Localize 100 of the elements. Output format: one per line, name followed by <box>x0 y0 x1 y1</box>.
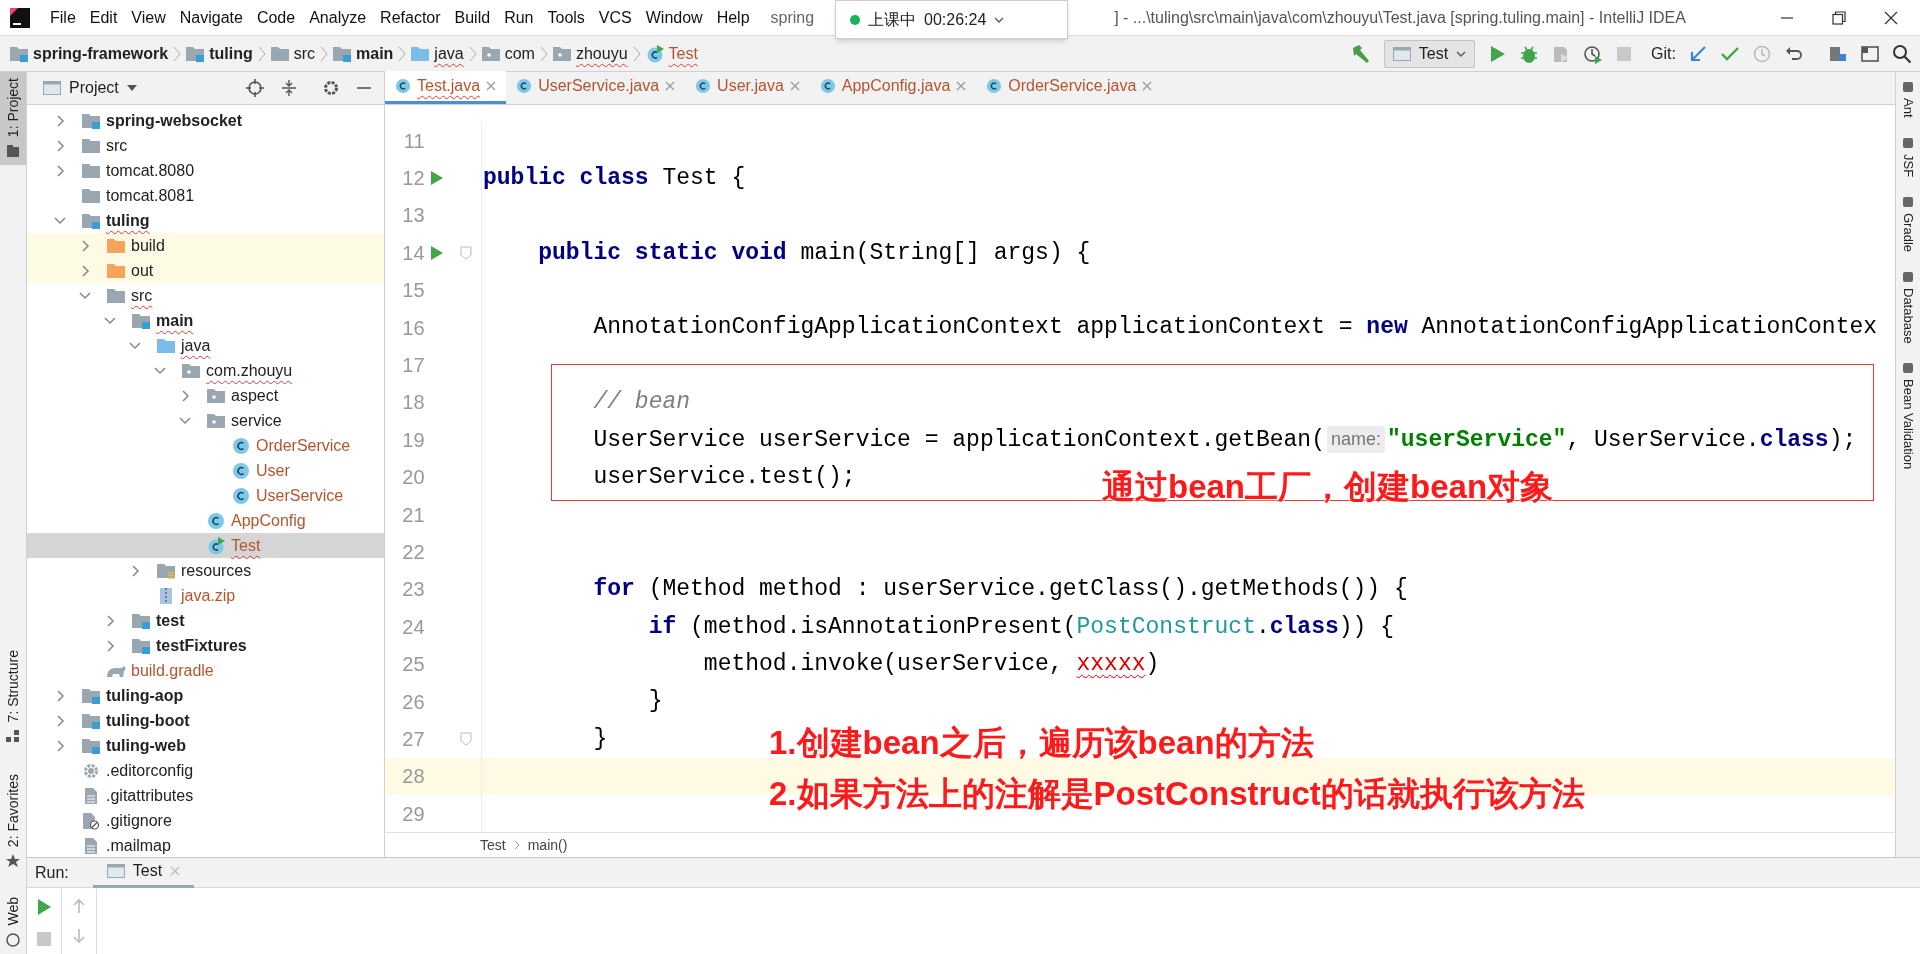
run-icon[interactable] <box>430 244 445 261</box>
tree-item[interactable]: build <box>27 233 384 258</box>
breadcrumb-item[interactable]: main <box>333 41 394 66</box>
menu-item[interactable]: Refactor <box>373 5 448 30</box>
tree-item[interactable]: .gitattributes <box>27 783 384 808</box>
menu-item[interactable]: Help <box>709 5 757 30</box>
tree-item[interactable]: service <box>27 408 384 433</box>
recording-widget[interactable]: 上课中 00:26:24 <box>835 0 1068 39</box>
menu-item[interactable]: Navigate <box>172 5 250 30</box>
breadcrumb-item[interactable]: main() <box>527 834 568 856</box>
editor-tab[interactable]: UserService.java <box>506 71 686 104</box>
tree-item[interactable]: build.gradle <box>27 658 384 683</box>
settings-icon[interactable] <box>322 79 340 97</box>
arrow-up-icon[interactable] <box>72 898 86 914</box>
ignored-file-icon <box>82 811 100 830</box>
menu-item[interactable]: Window <box>638 5 710 30</box>
tool-window-button[interactable]: Ant <box>1898 80 1918 118</box>
gear-icon <box>82 761 100 780</box>
tree-item[interactable]: java.zip <box>27 583 384 608</box>
tree-item[interactable]: src <box>27 133 384 158</box>
chevron-right-icon <box>319 44 329 63</box>
restore-icon[interactable] <box>1832 10 1846 25</box>
tool-window-button[interactable]: 1: Project <box>0 72 26 166</box>
run-config-dropdown[interactable]: Test <box>1383 39 1476 68</box>
run-tab[interactable]: Test <box>92 857 195 888</box>
folder-icon <box>107 237 125 254</box>
tool-window-button[interactable]: Bean Validation <box>1898 361 1918 470</box>
tool-window-button[interactable]: 7: Structure <box>0 643 26 751</box>
run-label: Run: <box>35 862 69 883</box>
tree-item[interactable]: .mailmap <box>27 833 384 857</box>
menu-item[interactable]: Tools <box>540 5 592 30</box>
run-icon[interactable] <box>430 170 445 187</box>
editor-tab[interactable]: AppConfig.java <box>809 71 977 104</box>
tool-window-button[interactable]: 2: Favorites <box>0 768 26 876</box>
tree-item[interactable]: tuling-boot <box>27 708 384 733</box>
menu-item[interactable]: Analyze <box>302 5 374 30</box>
line-number: 26 <box>401 689 425 715</box>
fold-marker-icon[interactable] <box>459 731 472 746</box>
tree-item[interactable]: tuling <box>27 208 384 233</box>
breadcrumb-item[interactable]: java <box>411 41 464 66</box>
line-number: 22 <box>401 540 425 565</box>
breadcrumb-item[interactable]: Test <box>480 834 506 856</box>
tree-item[interactable]: testFixtures <box>27 633 384 658</box>
menu-item[interactable]: VCS <box>591 5 639 30</box>
menu-item[interactable]: File <box>43 5 83 30</box>
tree-item[interactable]: resources <box>27 558 384 583</box>
menu-item[interactable]: Edit <box>82 5 125 30</box>
tree-item[interactable]: User <box>27 458 384 483</box>
breadcrumb-item[interactable]: spring-framework <box>10 41 169 66</box>
close-icon[interactable] <box>1884 10 1898 25</box>
tree-item[interactable]: out <box>27 258 384 283</box>
breadcrumb-item[interactable]: com <box>481 41 535 66</box>
tool-window-button[interactable]: Web <box>0 891 26 954</box>
tree-item[interactable]: AppConfig <box>27 508 384 533</box>
tree-item[interactable]: main <box>27 308 384 333</box>
tree-item[interactable]: .editorconfig <box>27 758 384 783</box>
menu-item[interactable]: View <box>124 5 173 30</box>
breadcrumb-item[interactable]: src <box>270 41 315 66</box>
layout-icon[interactable] <box>1860 43 1880 64</box>
breadcrumb-item[interactable]: Test <box>645 41 698 66</box>
collapse-all-icon[interactable] <box>280 79 298 97</box>
editor-tab[interactable]: OrderService.java <box>976 71 1163 104</box>
tree-item[interactable]: java <box>27 333 384 358</box>
menu-item[interactable]: Code <box>249 5 303 30</box>
breadcrumb-item[interactable]: zhouyu <box>552 41 628 66</box>
menu-item[interactable]: Build <box>447 5 498 30</box>
tree-item[interactable]: aspect <box>27 383 384 408</box>
editor-tab[interactable]: Test.java <box>385 71 507 104</box>
menu-item[interactable]: Run <box>497 5 541 30</box>
tree-item[interactable]: spring-websocket <box>27 108 384 133</box>
parameter-hint: name: <box>1326 426 1385 454</box>
fold-marker-icon[interactable] <box>459 245 472 260</box>
tree-item[interactable]: .gitignore <box>27 808 384 833</box>
module-folder-icon <box>82 687 100 704</box>
tree-item[interactable]: com.zhouyu <box>27 358 384 383</box>
tree-item[interactable]: tuling-aop <box>27 683 384 708</box>
tree-item[interactable]: tomcat.8081 <box>27 183 384 208</box>
breadcrumb-item[interactable]: tuling <box>186 41 253 66</box>
tree-item[interactable]: tuling-web <box>27 733 384 758</box>
tree-item[interactable]: tomcat.8080 <box>27 158 384 183</box>
search-icon[interactable] <box>1892 43 1912 64</box>
crosshair-icon[interactable] <box>246 79 264 97</box>
run-icon[interactable] <box>36 898 52 916</box>
tool-window-button[interactable]: Database <box>1898 269 1918 344</box>
update-arrow-icon[interactable] <box>1688 43 1708 64</box>
tree-item[interactable]: src <box>27 283 384 308</box>
class-icon <box>232 436 250 455</box>
package-folder-icon <box>552 45 571 62</box>
annotation-text: 1.创建bean之后，遍历该bean的方法 <box>769 726 1314 759</box>
tree-item[interactable]: OrderService <box>27 433 384 458</box>
tree-item[interactable]: test <box>27 608 384 633</box>
code-text: AnnotationConfigApplicationContext applicationContext = <box>592 313 1354 343</box>
tool-window-button[interactable]: Gradle <box>1898 194 1918 252</box>
code-text: main(String[] args) { <box>800 238 1091 268</box>
editor-tab[interactable]: User.java <box>685 71 810 104</box>
profiler-icon[interactable] <box>1583 43 1604 64</box>
arrow-down-icon[interactable] <box>72 928 86 944</box>
tree-item[interactable]: UserService <box>27 483 384 508</box>
tool-window-button[interactable]: JSF <box>1898 135 1918 177</box>
package-folder-icon <box>481 45 500 62</box>
